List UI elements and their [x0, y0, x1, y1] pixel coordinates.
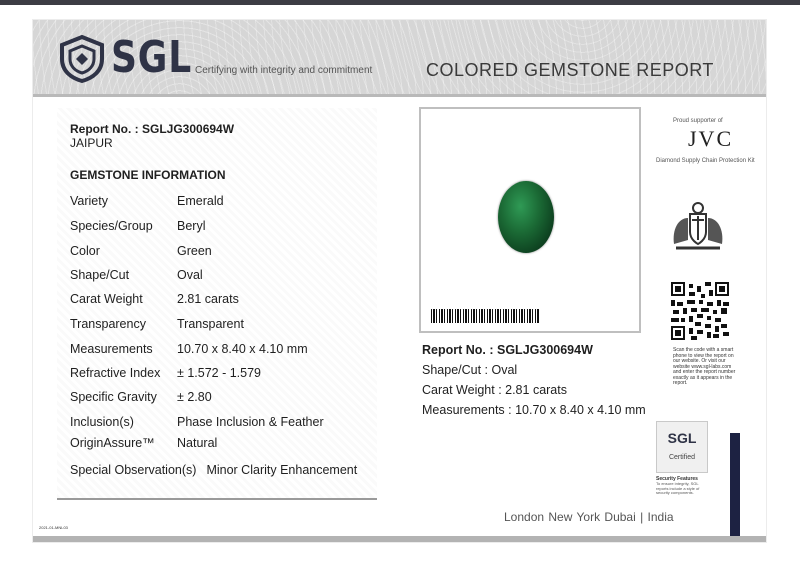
info-panel-divider [57, 498, 377, 500]
info-value: Oval [177, 268, 203, 282]
barcode [431, 309, 539, 323]
report-city: JAIPUR [70, 136, 113, 150]
info-label: Special Observation(s) [70, 463, 197, 477]
logo-text: SGL [111, 32, 193, 83]
report-card: SGL Certifying with integrity and commit… [33, 20, 766, 542]
gem-photo-frame [419, 107, 641, 333]
jvc-logo: JVC [688, 126, 734, 151]
info-row: Species/Group Beryl [70, 219, 205, 233]
office-locations: London New York Dubai | India [504, 510, 674, 524]
info-value: Green [177, 244, 212, 258]
info-label: Carat Weight [70, 292, 143, 306]
report-number: Report No. : SGLJG300694W [70, 122, 235, 136]
info-value: Minor Clarity Enhancement [206, 463, 358, 477]
info-label: Shape/Cut [70, 268, 130, 282]
summary-carat: Carat Weight : 2.81 carats [422, 383, 567, 397]
info-label: Variety [70, 194, 108, 208]
info-row: Carat Weight 2.81 carats [70, 292, 239, 306]
top-bar [0, 0, 800, 5]
document-code: 2021-01-MNL03 [39, 525, 68, 530]
emerald-gem-image [498, 181, 554, 253]
info-label: OriginAssure™ [70, 436, 155, 450]
info-row: Special Observation(s) Minor Clarity Enha… [70, 463, 357, 477]
security-text: To ensure integrity, SGL reports include… [656, 481, 700, 495]
info-row: Variety Emerald [70, 194, 224, 208]
qr-instructions: Scan the code with a smart phone to view… [673, 347, 736, 386]
qr-code [671, 282, 729, 340]
jvc-subtitle: Diamond Supply Chain Protection Kit [656, 158, 755, 164]
info-value: Natural [177, 436, 218, 450]
info-value: Beryl [177, 219, 206, 233]
shield-logo-icon [60, 35, 104, 83]
info-row: Color Green [70, 244, 212, 258]
info-value: 2.81 carats [177, 292, 239, 306]
info-label: Species/Group [70, 219, 153, 233]
info-value: ± 1.572 - 1.579 [177, 366, 262, 380]
report-title: COLORED GEMSTONE REPORT [426, 60, 714, 80]
sgl-certified-badge: SGL Certified [656, 421, 708, 473]
badge-certified-label: Certified [668, 454, 696, 461]
navy-accent-bar [730, 433, 740, 542]
info-label: Inclusion(s) [70, 415, 134, 429]
info-row: Inclusion(s) Phase Inclusion & Feather [70, 415, 324, 429]
info-label: Transparency [70, 317, 146, 331]
info-label: Measurements [70, 342, 153, 356]
info-value: Emerald [177, 194, 224, 208]
info-label: Refractive Index [70, 366, 161, 380]
info-row: Refractive Index ± 1.572 - 1.579 [70, 366, 261, 380]
report-header: SGL Certifying with integrity and commit… [33, 20, 766, 97]
info-row: OriginAssure™ Natural [70, 436, 217, 450]
summary-report-number: Report No. : SGLJG300694W [422, 343, 593, 357]
info-value: ± 2.80 [177, 390, 212, 404]
info-value: 10.70 x 8.40 x 4.10 mm [177, 342, 308, 356]
info-label: Color [70, 244, 100, 258]
info-value: Transparent [177, 317, 244, 331]
header-divider [33, 94, 766, 97]
info-row: Shape/Cut Oval [70, 268, 203, 282]
summary-measurements: Measurements : 10.70 x 8.40 x 4.10 mm [422, 403, 646, 417]
info-row: Measurements 10.70 x 8.40 x 4.10 mm [70, 342, 308, 356]
section-title: GEMSTONE INFORMATION [70, 168, 226, 182]
bottom-bar [33, 536, 766, 542]
info-row: Transparency Transparent [70, 317, 244, 331]
jvc-caption: Proud supporter of [673, 118, 723, 124]
tagline: Certifying with integrity and commitment [195, 65, 373, 76]
info-label: Specific Gravity [70, 390, 157, 404]
info-value: Phase Inclusion & Feather [177, 415, 324, 429]
badge-logo: SGL [667, 430, 697, 446]
coat-of-arms-icon [673, 202, 723, 250]
summary-shape: Shape/Cut : Oval [422, 363, 518, 377]
info-row: Specific Gravity ± 2.80 [70, 390, 212, 404]
